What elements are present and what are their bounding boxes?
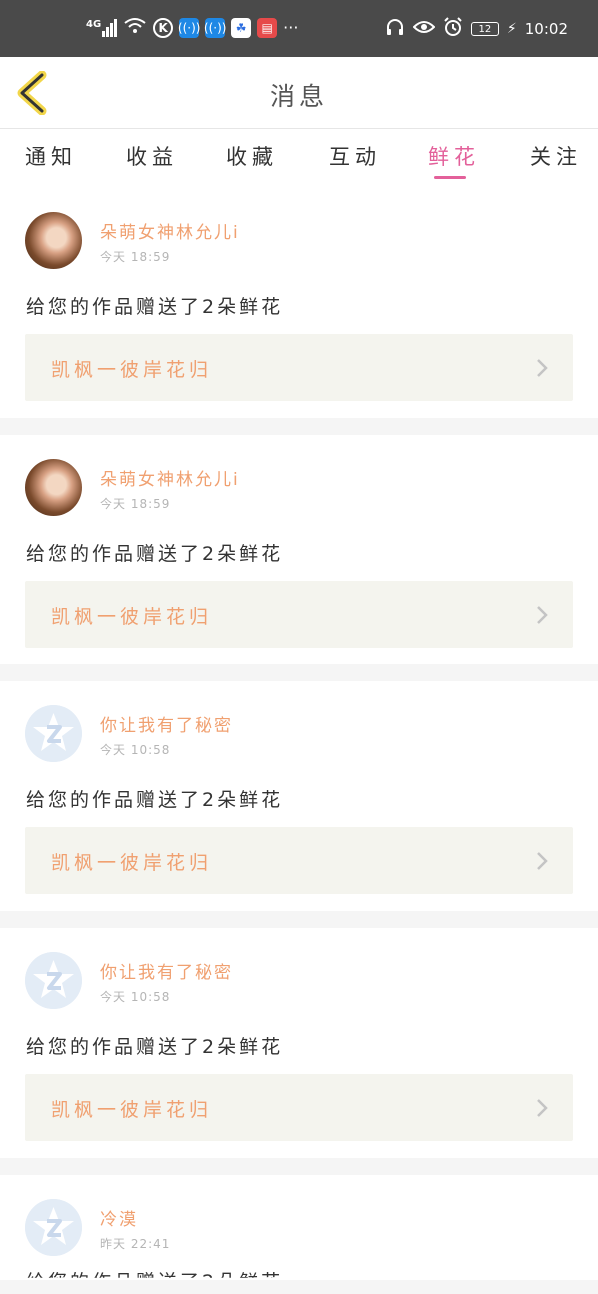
status-bar-right: 12 ⚡ 10:02 (385, 17, 568, 41)
message-text: 给您的作品赠送了2朵鲜花 (26, 543, 284, 565)
wifi-app-icon: ((·)) (178, 18, 200, 38)
default-avatar-icon[interactable] (25, 705, 82, 762)
timestamp: 今天 10:58 (100, 743, 171, 757)
status-bar-left: 4G K ((·)) ((·)) ☘ ▤ ··· (86, 17, 298, 39)
timestamp: 今天 10:58 (100, 990, 171, 1004)
tab-interaction[interactable]: 互动 (329, 141, 381, 171)
avatar[interactable] (25, 459, 82, 516)
baidu-app-icon: ☘ (231, 18, 252, 38)
wifi-icon (123, 17, 147, 39)
page-title: 消息 (269, 82, 328, 111)
message-text: 给您的作品赠送了2朵鲜花 (26, 789, 284, 811)
headset-icon (385, 18, 405, 40)
status-time: 10:02 (524, 20, 568, 38)
more-dots-icon: ··· (283, 18, 299, 37)
network-type: 4G (86, 19, 102, 30)
tab-follow[interactable]: 关注 (530, 141, 582, 171)
work-link[interactable]: 凯枫一彼岸花归 (25, 1074, 573, 1141)
battery-level: 12 (478, 23, 492, 35)
work-link[interactable]: 凯枫一彼岸花归 (25, 334, 573, 401)
signal-icon: 4G (86, 19, 118, 37)
list-item: 冷漠 昨天 22:41 给您的作品赠送了2朵鲜花 (0, 1175, 598, 1280)
username[interactable]: 朵萌女神林允儿i (100, 218, 240, 243)
tab-favorites[interactable]: 收藏 (226, 141, 278, 171)
message-text: 给您的作品赠送了2朵鲜花 (26, 1036, 284, 1058)
eye-icon (412, 19, 436, 39)
alarm-icon (443, 17, 463, 41)
wifi-app-icon-2: ((·)) (204, 18, 226, 38)
tab-flowers[interactable]: 鲜花 (428, 141, 480, 171)
tab-bar: 通知 收益 收藏 互动 鲜花 关注 (0, 129, 598, 188)
avatar[interactable] (25, 212, 82, 269)
username[interactable]: 你让我有了秘密 (100, 958, 233, 983)
work-title: 凯枫一彼岸花归 (51, 1099, 213, 1121)
list-item: 你让我有了秘密 今天 10:58 给您的作品赠送了2朵鲜花 凯枫一彼岸花归 (0, 928, 598, 1158)
username[interactable]: 朵萌女神林允儿i (100, 465, 240, 490)
message-text: 给您的作品赠送了2朵鲜花 (26, 1271, 284, 1293)
app-header: 消息 (0, 57, 598, 129)
default-avatar-icon[interactable] (25, 1199, 82, 1256)
work-link[interactable]: 凯枫一彼岸花归 (25, 581, 573, 648)
message-text: 给您的作品赠送了2朵鲜花 (26, 296, 284, 318)
list-item: 朵萌女神林允儿i 今天 18:59 给您的作品赠送了2朵鲜花 凯枫一彼岸花归 (0, 435, 598, 664)
chevron-right-icon (537, 359, 548, 377)
chevron-right-icon (537, 852, 548, 870)
timestamp: 今天 18:59 (100, 250, 171, 264)
work-link[interactable]: 凯枫一彼岸花归 (25, 827, 573, 894)
battery-icon: 12 (470, 22, 499, 36)
chevron-right-icon (537, 606, 548, 624)
username[interactable]: 你让我有了秘密 (100, 711, 233, 736)
work-title: 凯枫一彼岸花归 (51, 359, 213, 381)
charging-icon: ⚡ (506, 21, 517, 37)
book-app-icon: ▤ (257, 18, 278, 38)
default-avatar-icon[interactable] (25, 952, 82, 1009)
active-tab-indicator (434, 176, 466, 179)
username[interactable]: 冷漠 (100, 1205, 138, 1230)
k-app-icon: K (153, 18, 174, 38)
tab-notice[interactable]: 通知 (25, 141, 77, 171)
work-title: 凯枫一彼岸花归 (51, 606, 213, 628)
list-item: 你让我有了秘密 今天 10:58 给您的作品赠送了2朵鲜花 凯枫一彼岸花归 (0, 681, 598, 911)
list-item: 朵萌女神林允儿i 今天 18:59 给您的作品赠送了2朵鲜花 凯枫一彼岸花归 (0, 188, 598, 418)
timestamp: 今天 18:59 (100, 497, 171, 511)
chevron-right-icon (537, 1099, 548, 1117)
timestamp: 昨天 22:41 (100, 1237, 171, 1251)
status-bar: 4G K ((·)) ((·)) ☘ ▤ ··· 12 ⚡ 10:02 (0, 0, 598, 57)
work-title: 凯枫一彼岸花归 (51, 852, 213, 874)
tab-earnings[interactable]: 收益 (126, 141, 178, 171)
